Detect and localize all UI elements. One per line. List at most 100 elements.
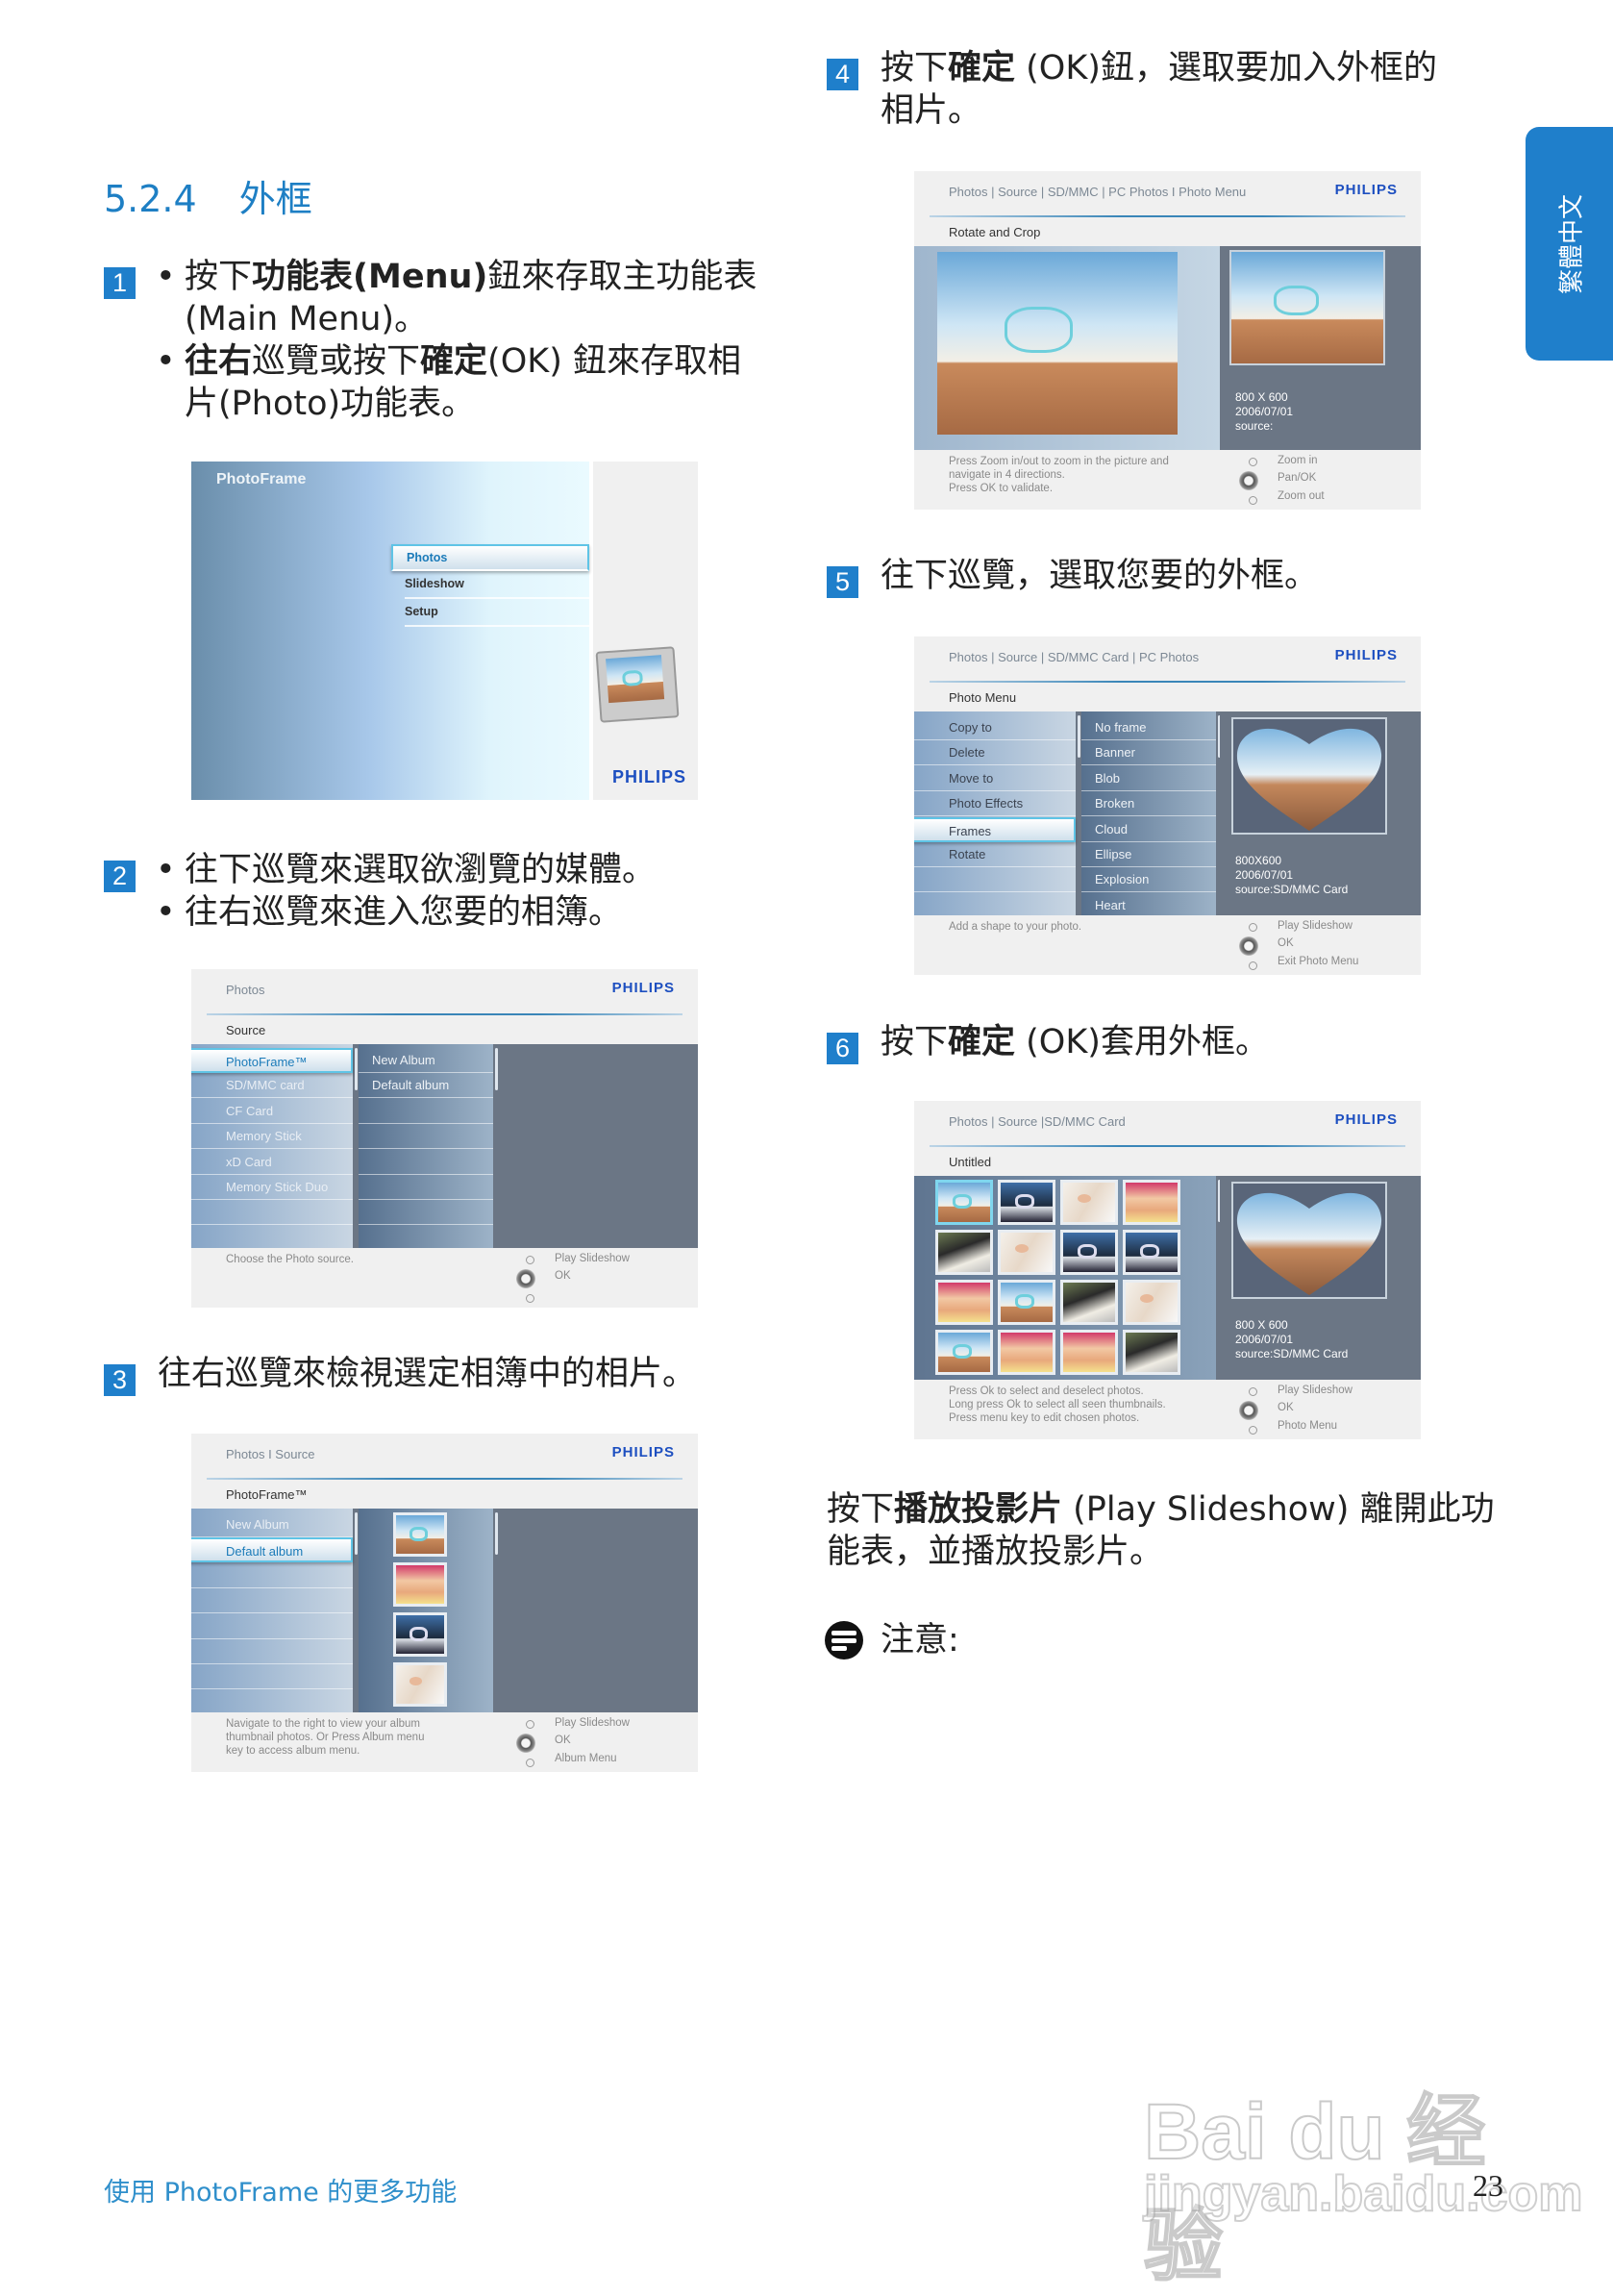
menu-item[interactable]: New Album [359,1048,493,1073]
menu-item[interactable]: Default album [359,1073,493,1099]
menu-item[interactable]: PhotoFrame™ [191,1048,353,1073]
photo-thumbnail[interactable] [1060,1280,1118,1325]
menu-item[interactable]: SD/MMC card [191,1073,353,1099]
photo-thumbnail[interactable] [935,1280,993,1325]
menu-item[interactable]: Photo Effects [914,791,1076,817]
step-badge: 3 [104,1364,136,1396]
photo-thumbnail[interactable] [393,1512,447,1557]
photo-thumbnail[interactable] [1123,1280,1180,1325]
menu-item[interactable] [191,1588,353,1614]
menu-item[interactable] [914,867,1076,893]
menu-item[interactable]: Blob [1081,766,1216,791]
ok-knob-icon[interactable] [516,1269,535,1288]
menu-item[interactable] [914,893,1076,918]
photo-thumbnail[interactable] [393,1612,447,1657]
menu-item[interactable]: No frame [1081,715,1216,740]
menu-item[interactable] [191,1200,353,1226]
ok-knob-icon[interactable] [1239,936,1258,956]
menu-item[interactable]: Heart [1081,893,1216,918]
menu-item[interactable] [359,1175,493,1200]
breadcrumb: Photos I Source [226,1447,315,1461]
menu-item[interactable]: Cloud [1081,817,1216,842]
menu-item[interactable] [191,1639,353,1664]
menu-item[interactable] [359,1150,493,1175]
photo-thumbnail[interactable] [998,1280,1055,1325]
menu-item[interactable] [191,1690,353,1715]
header-divider [930,215,1405,217]
menu-item[interactable]: Move to [914,766,1076,791]
scrollbar[interactable] [355,1048,358,1090]
menu-item[interactable]: Frames [914,816,1076,842]
hint-line: Navigate to the right to view your album [226,1718,420,1730]
menu-item[interactable] [191,1226,353,1251]
text-segment: 巡覽或按下 [252,342,421,381]
menu-item[interactable]: Explosion [1081,867,1216,893]
main-menu-item[interactable]: Photos [391,544,589,571]
menu-item[interactable]: xD Card [191,1150,353,1175]
menu-item[interactable]: Memory Stick Duo [191,1175,353,1200]
text-segment: 按下 [881,1023,949,1061]
photoframe-screen-thumbs: Photos | Source |SD/MMC Card PHILIPS Untit… [914,1101,1421,1439]
control-label: Photo Menu [1278,1420,1338,1432]
language-tab[interactable]: 繁體中文 [1526,127,1613,361]
photo-thumbnail[interactable] [935,1180,993,1225]
menu-item[interactable]: New Album [191,1512,353,1537]
photo-thumbnail[interactable] [393,1662,447,1707]
photoframe-screen-rotate: Photos | Source | SD/MMC | PC Photos I P… [914,171,1421,510]
photo-thumbnail[interactable] [1060,1230,1118,1275]
photo-thumbnail[interactable] [935,1330,993,1375]
nav-up-icon [526,1256,534,1264]
text-segment: 往下巡覽，選取您要的外框。 [881,557,1319,595]
ok-knob-icon[interactable] [516,1734,535,1753]
menu-item[interactable] [359,1099,493,1124]
ok-knob-icon[interactable] [1239,471,1258,490]
menu-item[interactable] [191,1614,353,1639]
menu-item[interactable]: Banner [1081,740,1216,766]
scrollbar[interactable] [1078,715,1080,758]
nav-down-icon [526,1759,534,1767]
navigation-controls: Play Slideshow OK Album Menu [514,1716,687,1770]
photoframe-screen-album: Photos I Source PHILIPS PhotoFrame™ New Alb… [191,1434,698,1772]
photo-thumbnail[interactable] [1123,1180,1180,1225]
menu-item[interactable]: CF Card [191,1099,353,1124]
main-menu-item[interactable]: Slideshow [405,572,589,599]
photo-thumbnail[interactable] [998,1230,1055,1275]
menu-item[interactable]: Ellipse [1081,842,1216,867]
menu-item[interactable] [191,1664,353,1690]
menu-item[interactable]: Broken [1081,791,1216,817]
photo-thumbnail[interactable] [1123,1230,1180,1275]
menu-item[interactable]: Copy to [914,715,1076,740]
scrollbar[interactable] [355,1512,358,1555]
menu-item[interactable] [359,1226,493,1251]
screen-footer: Choose the Photo source. Play Slideshow OK [191,1248,698,1308]
info-line: 2006/07/01 [1235,1333,1294,1346]
menu-item[interactable]: Memory Stick [191,1124,353,1150]
control-label: OK [555,1734,571,1746]
photo-thumbnail[interactable] [998,1330,1055,1375]
text-segment: 鈕來存取主功能表 [487,258,757,296]
control-label: Play Slideshow [555,1717,630,1729]
photo-thumbnail[interactable] [935,1230,993,1275]
photo-thumbnail[interactable] [1060,1180,1118,1225]
menu-item[interactable]: Rotate [914,842,1076,867]
menu-item[interactable] [359,1200,493,1226]
menu-item[interactable] [359,1124,493,1150]
scrollbar[interactable] [495,1048,498,1090]
frame-preview [1231,717,1387,835]
photo-thumbnail[interactable] [1060,1330,1118,1375]
menu-item[interactable]: Delete [914,740,1076,766]
paragraph: 按下播放投影片 (Play Slideshow) 離開此功 能表，並播放投影片。 [827,1488,1495,1573]
text-segment: (Main Menu)。 [185,300,429,338]
info-line: 800 X 600 [1235,390,1288,404]
photoframe-screen-main-menu: PhotoFrame Photos Slideshow Setup PHILIPS [191,462,698,800]
ok-knob-icon[interactable] [1239,1401,1258,1420]
text-line: • 往右巡覽或按下確定(OK) 鈕來存取相 [156,340,741,383]
main-menu-item[interactable]: Setup [405,600,589,627]
menu-item[interactable] [191,1563,353,1588]
photo-thumbnail[interactable] [1123,1330,1180,1375]
text-line: 相片。 [881,89,1437,132]
scrollbar[interactable] [495,1512,498,1555]
photo-thumbnail[interactable] [998,1180,1055,1225]
menu-item[interactable]: Default album [191,1537,353,1563]
photo-thumbnail[interactable] [393,1562,447,1607]
